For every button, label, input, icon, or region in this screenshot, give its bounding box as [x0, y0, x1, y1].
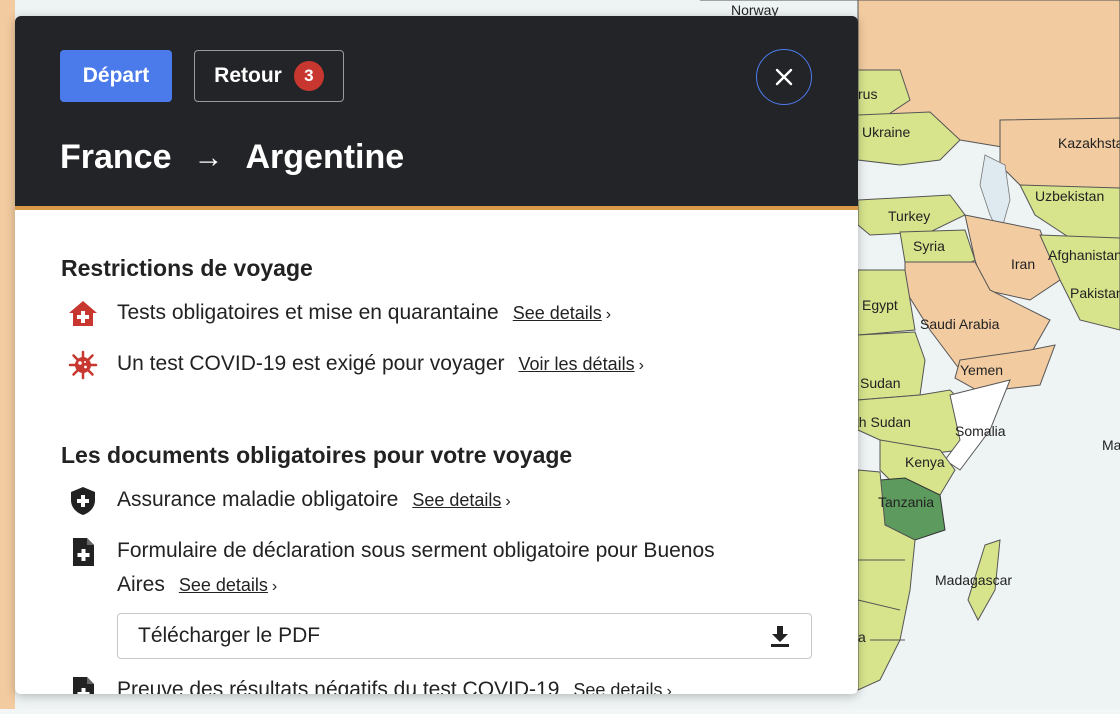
- chevron-right-icon: ›: [638, 357, 644, 374]
- route-destination: Argentine: [245, 138, 405, 176]
- shield-plus-icon: [71, 487, 95, 515]
- close-button[interactable]: [756, 49, 812, 105]
- document-item: Assurance maladie obligatoire See details…: [67, 483, 827, 519]
- depart-button[interactable]: Départ: [60, 50, 172, 102]
- document-item-text: Assurance maladie obligatoire: [117, 488, 399, 511]
- chevron-right-icon: ›: [505, 493, 511, 510]
- see-details-link-label: See details: [178, 575, 268, 595]
- map-label-turkey: Turkey: [888, 208, 931, 224]
- arrow-right-icon: →: [193, 140, 224, 174]
- map-label-ukraine: Ukraine: [862, 124, 911, 140]
- panel-content[interactable]: Restrictions de voyage Tests obligatoire…: [15, 210, 858, 694]
- map-label-ma: Ma: [1102, 437, 1120, 453]
- see-details-link[interactable]: See details: [179, 575, 268, 595]
- map-label-sudan: Sudan: [860, 375, 901, 391]
- retour-count-badge: 3: [293, 61, 324, 91]
- see-details-link-label: See details: [573, 680, 663, 694]
- map-label-somalia: Somalia: [955, 423, 1006, 439]
- retour-button[interactable]: Retour 3: [194, 50, 344, 102]
- travel-info-panel: Départ Retour 3 France → Argentine Restr…: [15, 16, 858, 694]
- download-icon: [771, 626, 789, 647]
- documents-section-title: Les documents obligatoires pour votre vo…: [61, 442, 573, 468]
- see-details-link-label: See details: [412, 490, 502, 510]
- download-pdf-button[interactable]: Télécharger le PDF: [117, 613, 812, 659]
- panel-header: Départ Retour 3 France → Argentine: [15, 16, 858, 210]
- house-medical-icon: [69, 301, 97, 326]
- restriction-item-text: Un test COVID-19 est exigé pour voyager: [117, 352, 505, 375]
- map-label-uzbekistan: Uzbekistan: [1035, 188, 1105, 204]
- see-details-link[interactable]: See details: [412, 490, 501, 510]
- map-label-syria: Syria: [913, 238, 945, 254]
- map-label-kazakhstan: Kazakhstan: [1058, 135, 1120, 151]
- close-icon: [775, 68, 793, 86]
- restrictions-section-title: Restrictions de voyage: [61, 255, 313, 281]
- see-details-link-label: See details: [512, 303, 602, 323]
- chevron-right-icon: ›: [271, 578, 278, 595]
- virus-icon: [68, 350, 98, 380]
- map-label-tanzania: Tanzania: [878, 494, 935, 510]
- map-label-saudi-arabia: Saudi Arabia: [920, 316, 1000, 332]
- restriction-item-text: Tests obligatoires et mise en quarantain…: [117, 301, 499, 324]
- restriction-item: Un test COVID-19 est exigé pour voyager V…: [67, 347, 827, 383]
- map-label-madagascar: Madagascar: [935, 572, 1013, 588]
- restriction-item: Tests obligatoires et mise en quarantain…: [67, 296, 827, 332]
- depart-button-label: Départ: [82, 64, 150, 87]
- map-label-egypt: Egypt: [862, 297, 898, 313]
- map-label-afghanistan: Afghanistan: [1048, 247, 1120, 263]
- document-item-text: Preuve des résultats négatifs du test CO…: [117, 678, 560, 694]
- map-label-pakistan: Pakistan: [1070, 285, 1120, 301]
- map-label-iran: Iran: [1011, 256, 1036, 272]
- file-plus-icon: [73, 677, 94, 694]
- download-pdf-label: Télécharger le PDF: [138, 624, 321, 647]
- map-label-kenya: Kenya: [905, 454, 945, 470]
- voir-details-link[interactable]: Voir les détails: [519, 354, 635, 374]
- map-label-yemen: Yemen: [960, 362, 1004, 378]
- see-details-link[interactable]: See details: [573, 680, 662, 694]
- document-item: Formulaire de déclaration sous serment o…: [67, 534, 827, 604]
- route-title: France → Argentine: [60, 138, 404, 177]
- see-details-link[interactable]: See details: [513, 303, 602, 323]
- chevron-right-icon: ›: [666, 683, 672, 694]
- file-plus-icon: [73, 538, 94, 566]
- route-origin: France: [60, 138, 172, 176]
- chevron-right-icon: ›: [605, 306, 612, 323]
- voir-details-link-label: Voir les détails: [518, 354, 635, 374]
- retour-button-label: Retour: [214, 64, 282, 87]
- document-item: Preuve des résultats négatifs du test CO…: [67, 673, 827, 694]
